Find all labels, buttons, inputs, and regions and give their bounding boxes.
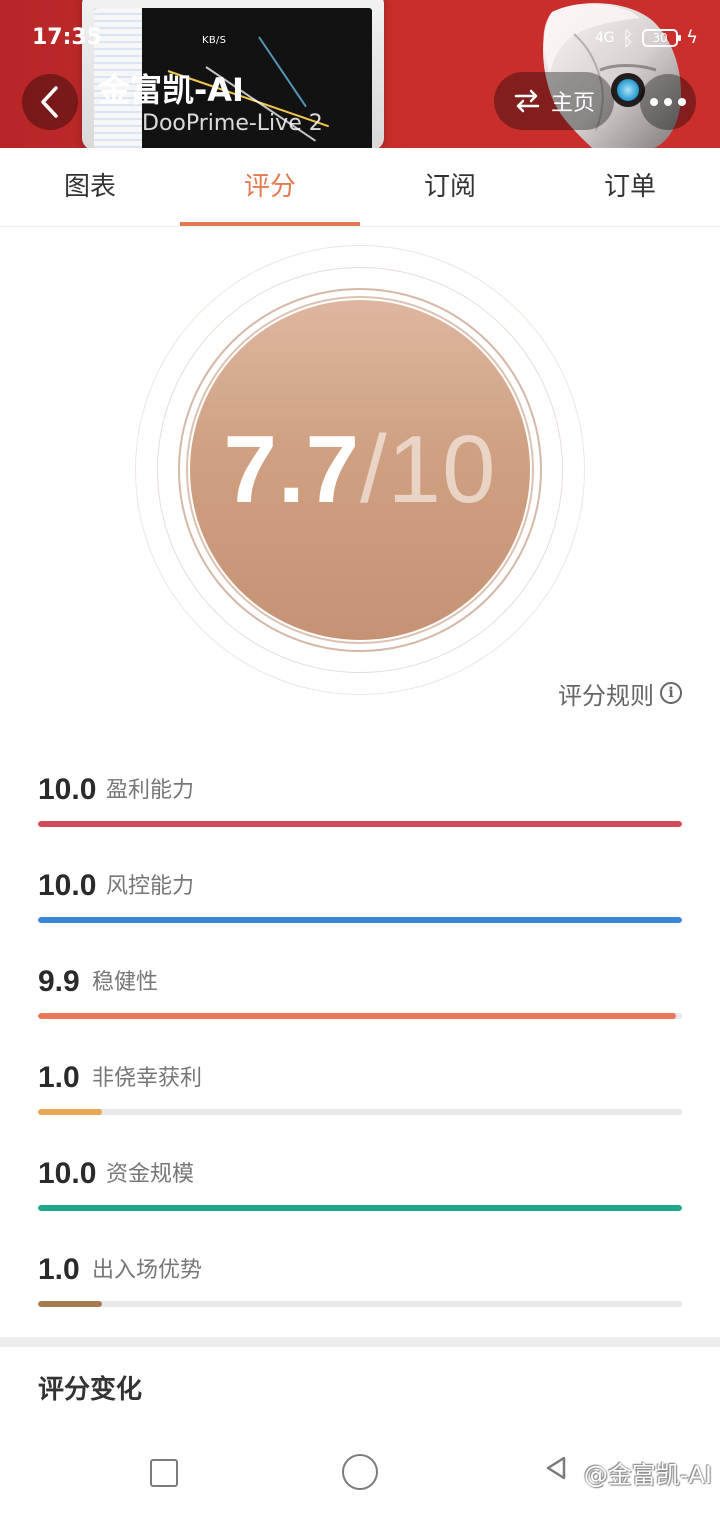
recent-apps-icon[interactable] — [150, 1459, 178, 1487]
tab-subscribe[interactable]: 订阅 — [360, 148, 540, 226]
home-circle-icon[interactable] — [342, 1454, 378, 1490]
app-root: 17:35 KB/S 4G ᛒ 30 ϟ 金富凯-AI DooPrime-Liv… — [0, 0, 720, 1520]
back-triangle-icon[interactable] — [540, 1452, 572, 1484]
metric-fill — [38, 1013, 676, 1019]
metric-value: 1.0 — [38, 1061, 80, 1094]
metric-value: 10.0 — [38, 773, 97, 806]
metric-track — [38, 1301, 682, 1307]
metric-fill — [38, 1301, 103, 1307]
metric-non-luck-profit: 1.0 非侥幸获利 — [38, 1060, 682, 1130]
network-speed: KB/S — [202, 35, 227, 46]
metric-label: 出入场优势 — [92, 1258, 203, 1283]
status-time: 17:35 — [32, 25, 103, 50]
section-divider — [0, 1337, 720, 1347]
metric-fill — [38, 917, 682, 923]
title-block: 金富凯-AI DooPrime-Live 2 — [98, 64, 398, 144]
tab-bar: 图表 评分 订阅 订单 — [0, 148, 720, 227]
info-icon: i — [660, 682, 682, 704]
account-subtitle: DooPrime-Live 2 — [142, 111, 323, 136]
metric-fill — [38, 1205, 682, 1211]
system-navigation-bar: @金富凯-AI — [0, 1430, 720, 1520]
tab-orders[interactable]: 订单 — [540, 148, 720, 226]
score-badge: 7.7/10 — [135, 245, 585, 695]
metric-value: 9.9 — [38, 965, 80, 998]
battery-level: 30 — [652, 31, 668, 45]
metric-label: 非侥幸获利 — [92, 1066, 203, 1091]
metric-label: 资金规模 — [106, 1162, 195, 1187]
watermark-text: @金富凯-AI — [583, 1461, 712, 1489]
page-title: 金富凯-AI — [98, 71, 244, 109]
metric-track — [38, 1205, 682, 1211]
active-tab-indicator — [180, 222, 360, 226]
bluetooth-icon: ᛒ — [622, 26, 635, 50]
metric-stability: 9.9 稳健性 — [38, 964, 682, 1034]
signal-icon: 4G — [594, 30, 615, 46]
more-button[interactable] — [640, 74, 696, 130]
chevron-left-icon — [41, 86, 58, 118]
metric-fill — [38, 1109, 103, 1115]
metric-track — [38, 821, 682, 827]
header-banner: 17:35 KB/S 4G ᛒ 30 ϟ 金富凯-AI DooPrime-Liv… — [0, 0, 720, 148]
metric-value: 10.0 — [38, 1157, 97, 1190]
home-button-label: 主页 — [550, 91, 595, 116]
metric-value: 1.0 — [38, 1253, 80, 1286]
back-button[interactable] — [22, 74, 78, 130]
swap-icon — [514, 89, 540, 113]
overall-score: 7.7/10 — [224, 420, 497, 520]
charging-icon: ϟ — [686, 27, 698, 48]
metric-track — [38, 1013, 682, 1019]
metric-track — [38, 917, 682, 923]
metric-track — [38, 1109, 682, 1115]
score-change-title: 评分变化 — [38, 1375, 143, 1405]
metric-label: 风控能力 — [106, 874, 195, 899]
more-horizontal-icon — [650, 98, 658, 106]
battery-icon: 30 — [642, 29, 682, 47]
score-rules-link[interactable]: 评分规则 i — [558, 676, 682, 710]
score-value: 7.7 — [223, 416, 360, 523]
metric-risk-control: 10.0 风控能力 — [38, 868, 682, 938]
tab-chart[interactable]: 图表 — [0, 148, 180, 226]
status-bar: 17:35 KB/S 4G ᛒ 30 ϟ — [0, 0, 720, 68]
metric-fill — [38, 821, 682, 827]
metric-value: 10.0 — [38, 869, 97, 902]
home-button[interactable]: 主页 — [494, 72, 614, 130]
metric-label: 稳健性 — [92, 970, 159, 995]
tab-score[interactable]: 评分 — [180, 148, 360, 226]
status-icons: 4G ᛒ 30 ϟ — [595, 24, 698, 52]
score-rules-label: 评分规则 — [558, 681, 654, 710]
score-max: /10 — [360, 416, 497, 523]
metric-fund-size: 10.0 资金规模 — [38, 1156, 682, 1226]
metric-label: 盈利能力 — [106, 778, 195, 803]
metric-profitability: 10.0 盈利能力 — [38, 772, 682, 842]
score-disc: 7.7/10 — [190, 300, 530, 640]
metric-entry-exit-advantage: 1.0 出入场优势 — [38, 1252, 682, 1322]
